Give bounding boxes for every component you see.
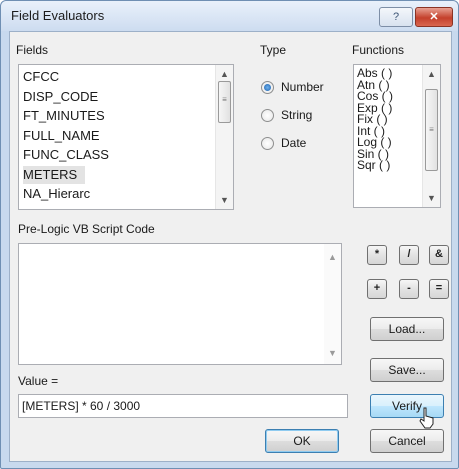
- type-label: Type: [260, 43, 287, 57]
- title-bar[interactable]: Field Evaluators ? ✕: [1, 1, 458, 31]
- scroll-up-arrow-icon[interactable]: ▲: [423, 67, 440, 81]
- scroll-down-arrow-icon[interactable]: ▼: [216, 193, 233, 207]
- minus-operator-button[interactable]: -: [399, 279, 419, 299]
- type-date-radio[interactable]: [261, 137, 274, 150]
- load-button[interactable]: Load...: [370, 317, 444, 341]
- functions-label: Functions: [352, 43, 405, 57]
- field-list-item[interactable]: FT_MINUTES: [23, 107, 105, 125]
- field-list-item[interactable]: NA_Hierarc: [23, 185, 90, 203]
- field-list-item[interactable]: METERS: [23, 165, 86, 184]
- cancel-button[interactable]: Cancel: [370, 429, 444, 453]
- scroll-down-arrow-icon[interactable]: ▼: [423, 191, 440, 205]
- function-list-item[interactable]: Sqr ( ): [357, 159, 390, 171]
- field-list-item[interactable]: FUNC_CLASS: [23, 146, 109, 164]
- functions-scrollbar[interactable]: ▲ ≡ ▼: [422, 65, 440, 207]
- dialog-body: Fields CFCC DISP_CODE FT_MINUTES FULL_NAME F…: [9, 31, 452, 462]
- window-title: Field Evaluators: [11, 8, 105, 23]
- field-list-item[interactable]: CFCC: [23, 68, 59, 86]
- type-string-radio[interactable]: [261, 109, 274, 122]
- save-button[interactable]: Save...: [370, 358, 444, 382]
- fields-scroll-thumb[interactable]: ≡: [218, 81, 231, 123]
- mouse-pointer-icon: [419, 407, 434, 429]
- fields-scrollbar[interactable]: ▲ ≡ ▼: [215, 65, 233, 209]
- functions-list[interactable]: Abs ( ) Atn ( ) Cos ( ) Exp ( ) Fix ( ) Int (…: [353, 64, 441, 208]
- grip-icon: ≡: [222, 95, 227, 104]
- multiply-operator-button[interactable]: *: [367, 245, 387, 265]
- fields-label: Fields: [16, 43, 49, 57]
- scroll-up-arrow-icon[interactable]: ▲: [324, 250, 341, 264]
- prelogic-scrollbar[interactable]: ▲ ▼: [324, 244, 341, 364]
- field-evaluators-dialog: Field Evaluators ? ✕ Fields CFCC DISP_COD…: [0, 0, 459, 469]
- type-string-label: String: [281, 108, 313, 122]
- type-number-radio[interactable]: [261, 81, 274, 94]
- value-expression-input[interactable]: [METERS] * 60 / 3000: [18, 394, 348, 418]
- close-button[interactable]: ✕: [415, 7, 453, 27]
- type-number-label: Number: [281, 80, 324, 94]
- field-list-item[interactable]: DISP_CODE: [23, 88, 98, 106]
- equals-operator-button[interactable]: =: [429, 279, 449, 299]
- prelogic-code-editor[interactable]: ▲ ▼: [18, 243, 342, 365]
- scroll-up-arrow-icon[interactable]: ▲: [216, 67, 233, 81]
- field-list-item[interactable]: FULL_NAME: [23, 127, 100, 145]
- type-date-label: Date: [281, 136, 307, 150]
- functions-scroll-thumb[interactable]: ≡: [425, 89, 438, 171]
- value-label: Value =: [18, 374, 59, 388]
- prelogic-label: Pre-Logic VB Script Code: [18, 222, 155, 236]
- ok-button[interactable]: OK: [265, 429, 339, 453]
- grip-icon: ≡: [429, 125, 434, 134]
- concat-operator-button[interactable]: &: [429, 245, 449, 265]
- divide-operator-button[interactable]: /: [399, 245, 419, 265]
- plus-operator-button[interactable]: +: [367, 279, 387, 299]
- help-button[interactable]: ?: [379, 7, 413, 27]
- fields-list[interactable]: CFCC DISP_CODE FT_MINUTES FULL_NAME FUNC_CLA…: [18, 64, 234, 210]
- scroll-down-arrow-icon[interactable]: ▼: [324, 346, 341, 360]
